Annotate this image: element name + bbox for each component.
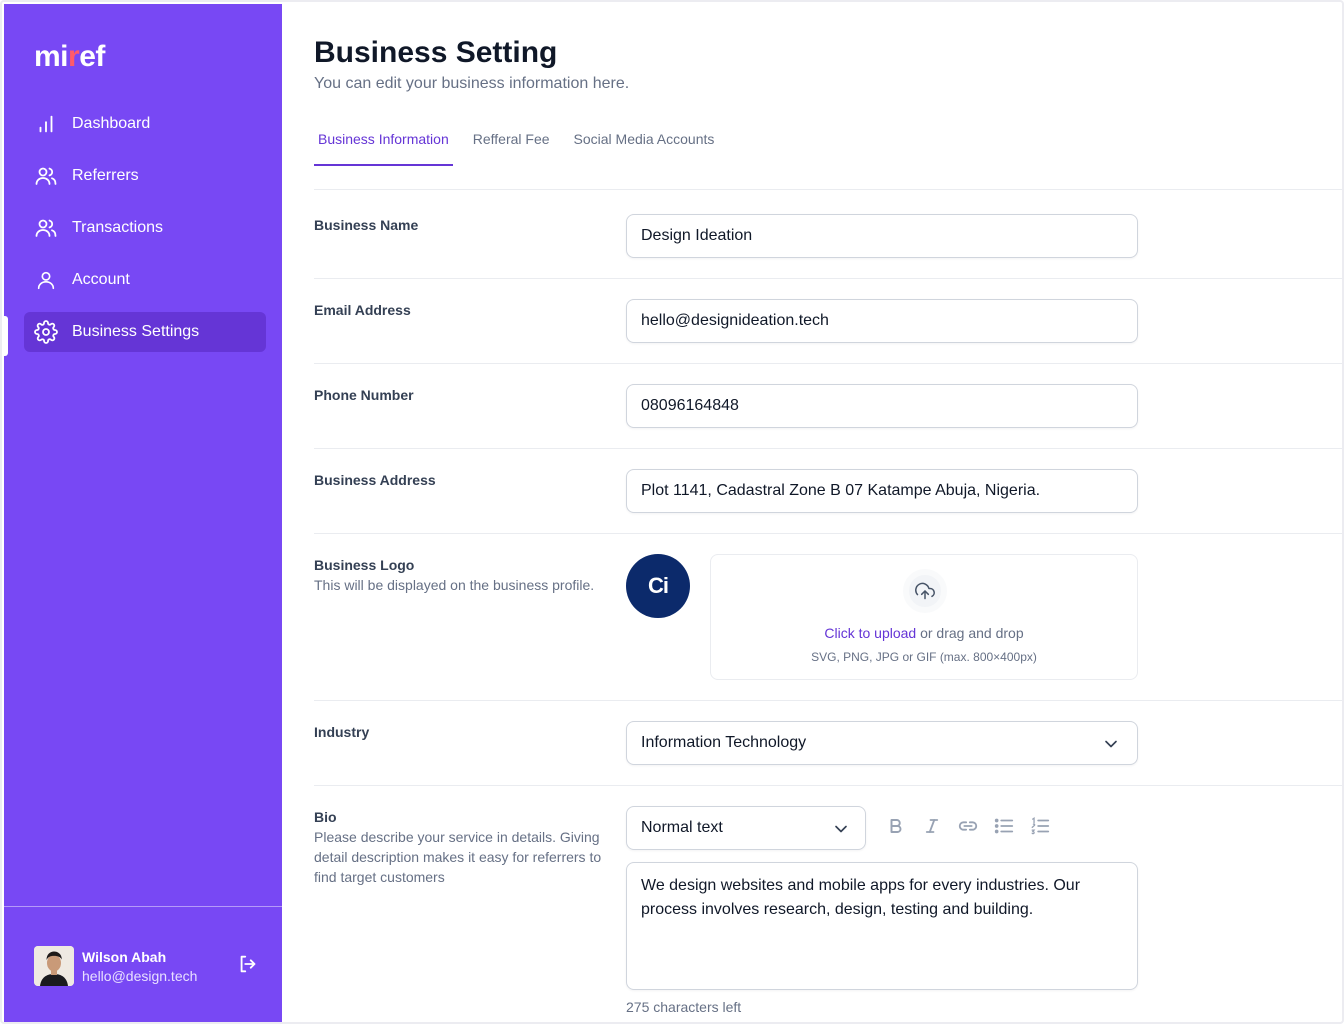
email-label: Email Address	[314, 302, 411, 318]
sidebar-nav: Dashboard Referrers Transactions Account	[24, 104, 266, 364]
tab-business-information[interactable]: Business Information	[314, 124, 453, 166]
chevron-down-icon	[831, 819, 851, 844]
user-name: Wilson Abah	[82, 948, 167, 965]
numbered-list-button[interactable]	[1026, 814, 1054, 842]
sidebar-divider	[4, 906, 282, 907]
business-logo-label: Business Logo	[314, 557, 415, 573]
row-divider	[314, 700, 1342, 701]
gear-icon	[34, 320, 58, 344]
sidebar-item-label: Account	[72, 271, 130, 288]
row-divider	[314, 363, 1342, 364]
users-icon	[34, 164, 58, 188]
tabs-divider	[314, 189, 1342, 190]
active-nav-marker	[4, 316, 8, 356]
text-format-value: Normal text	[641, 819, 723, 836]
app-frame: miref Dashboard Referrers Transactions A…	[0, 0, 1344, 1024]
bullet-list-button[interactable]	[990, 814, 1018, 842]
address-label: Business Address	[314, 472, 436, 488]
sidebar-item-business-settings[interactable]: Business Settings	[24, 312, 266, 352]
bar-chart-icon	[34, 112, 58, 136]
tab-social-media-accounts[interactable]: Social Media Accounts	[570, 124, 719, 166]
upload-formats: SVG, PNG, JPG or GIF (max. 800×400px)	[811, 650, 1037, 664]
sidebar-item-label: Dashboard	[72, 115, 151, 132]
sidebar-item-dashboard[interactable]: Dashboard	[24, 104, 266, 144]
industry-label: Industry	[314, 724, 370, 740]
user-email: hello@design.tech	[82, 967, 198, 984]
sidebar-item-referrers[interactable]: Referrers	[24, 156, 266, 196]
phone-label: Phone Number	[314, 387, 414, 403]
bold-button[interactable]	[882, 814, 910, 842]
link-button[interactable]	[954, 814, 982, 842]
sidebar: miref Dashboard Referrers Transactions A…	[4, 4, 282, 1022]
sidebar-item-account[interactable]: Account	[24, 260, 266, 300]
rich-text-toolbar	[882, 814, 1062, 842]
business-name-label: Business Name	[314, 217, 419, 233]
row-divider	[314, 448, 1342, 449]
row-divider	[314, 785, 1342, 786]
upload-cloud-icon	[903, 569, 947, 613]
bio-textarea[interactable]: We design websites and mobile apps for e…	[626, 862, 1138, 990]
text-format-select[interactable]: Normal text	[626, 806, 866, 850]
bio-label: Bio	[314, 809, 337, 825]
logo-upload-dropzone[interactable]: Click to upload or drag and drop SVG, PN…	[710, 554, 1138, 680]
link-icon	[957, 815, 979, 842]
industry-select[interactable]: Information Technology	[626, 721, 1138, 765]
bold-icon	[887, 817, 905, 840]
row-divider	[314, 533, 1342, 534]
row-divider	[314, 278, 1342, 279]
italic-icon	[923, 817, 941, 840]
characters-left-counter: 275 characters left	[626, 999, 742, 1015]
sidebar-item-label: Transactions	[72, 219, 163, 236]
logout-button[interactable]	[236, 954, 260, 978]
business-logo-hint: This will be displayed on the business p…	[314, 577, 595, 593]
phone-field[interactable]: 08096164848	[626, 384, 1138, 428]
user-icon	[34, 268, 58, 292]
avatar[interactable]	[34, 946, 74, 986]
bio-hint: Please describe your service in details.…	[314, 829, 602, 885]
address-field[interactable]: Plot 1141, Cadastral Zone B 07 Katampe A…	[626, 469, 1138, 513]
business-name-input[interactable]: Design Ideation	[626, 214, 1138, 258]
users-icon	[34, 216, 58, 240]
upload-drag-text: or drag and drop	[916, 625, 1024, 641]
click-to-upload-link[interactable]: Click to upload	[824, 625, 916, 641]
industry-value: Information Technology	[641, 734, 807, 751]
settings-tabs: Business Information Refferal Fee Social…	[314, 124, 734, 166]
main-content: Business Setting You can edit your busin…	[314, 2, 1342, 1022]
business-logo-avatar: Ci	[626, 554, 690, 618]
sidebar-item-label: Business Settings	[72, 323, 200, 340]
numbered-list-icon	[1029, 815, 1051, 842]
tab-refferal-fee[interactable]: Refferal Fee	[469, 124, 554, 166]
user-profile: Wilson Abah hello@design.tech	[34, 946, 260, 986]
italic-button[interactable]	[918, 814, 946, 842]
page-subtitle: You can edit your business information h…	[314, 75, 630, 92]
business-logo-badge: Ci	[648, 573, 669, 598]
user-info: Wilson Abah hello@design.tech	[82, 949, 236, 984]
email-field[interactable]: hello@designideation.tech	[626, 299, 1138, 343]
sidebar-item-transactions[interactable]: Transactions	[24, 208, 266, 248]
logout-icon	[237, 953, 259, 980]
bullet-list-icon	[993, 815, 1015, 842]
brand-logo[interactable]: miref	[34, 40, 105, 74]
chevron-down-icon	[1101, 734, 1121, 759]
sidebar-item-label: Referrers	[72, 167, 139, 184]
page-title: Business Setting	[314, 36, 558, 69]
upload-instructions: Click to upload or drag and drop	[711, 625, 1137, 641]
